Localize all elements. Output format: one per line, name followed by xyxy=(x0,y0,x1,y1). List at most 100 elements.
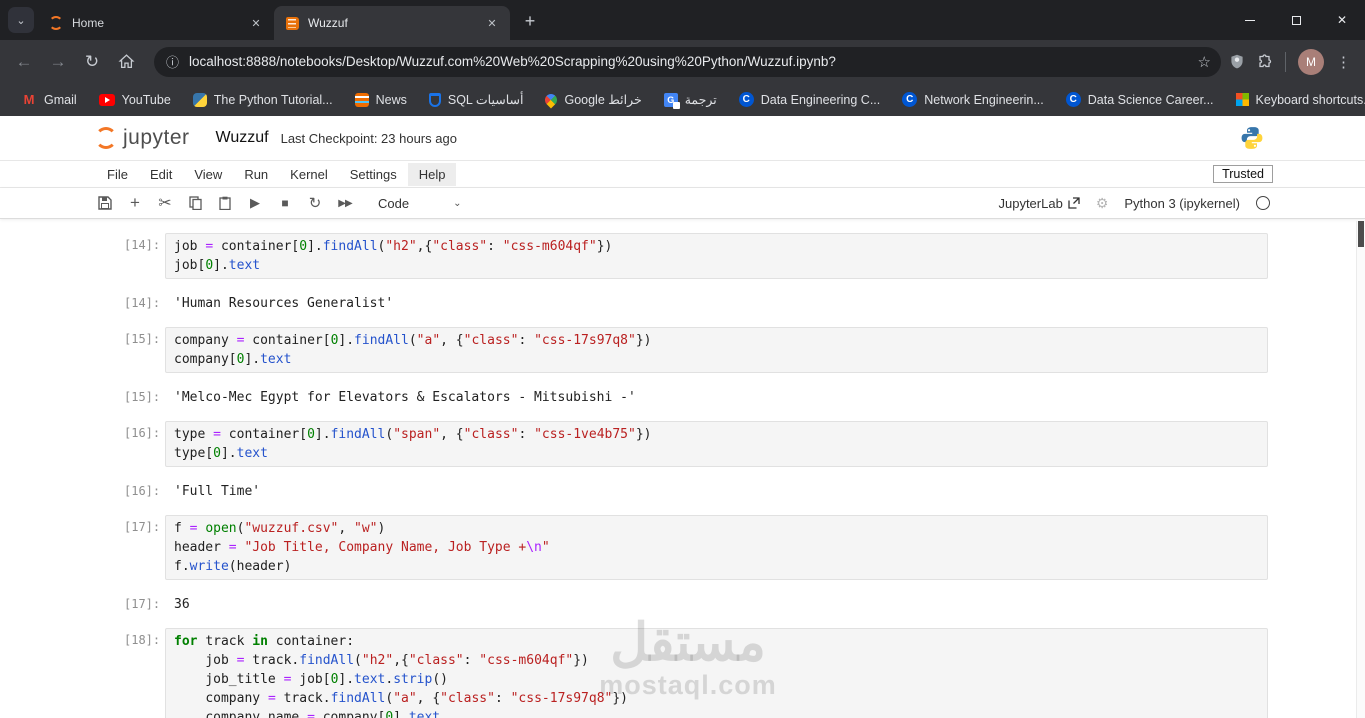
run-all-icon[interactable]: ▶▶ xyxy=(330,198,360,209)
external-link-icon xyxy=(1068,197,1080,209)
bookmark-label: Network Engineerin... xyxy=(924,92,1044,107)
jupyterlab-label: JupyterLab xyxy=(998,195,1063,211)
bookmark-item[interactable]: G ترجمة xyxy=(655,89,726,110)
back-icon[interactable]: ← xyxy=(10,48,38,76)
trusted-badge[interactable]: Trusted xyxy=(1213,165,1273,183)
jupyter-logo[interactable]: jupyter xyxy=(95,126,190,150)
coursera-icon: C xyxy=(902,92,918,107)
menu-help[interactable]: Help xyxy=(407,162,457,186)
reload-icon[interactable]: ↻ xyxy=(78,48,106,76)
chevron-down-icon: ⌄ xyxy=(453,197,462,209)
cell-prompt: [15]: xyxy=(124,390,161,404)
bookmark-label: Google خرائط xyxy=(564,93,642,107)
jupyter-favicon-icon xyxy=(48,15,64,31)
bookmark-item[interactable]: M Gmail xyxy=(12,89,86,111)
bookmark-label: Data Engineering C... xyxy=(760,92,881,107)
browser-menu-icon[interactable]: ⋮ xyxy=(1336,53,1351,71)
bookmark-label: SQL أساسيات xyxy=(447,93,524,107)
bookmark-label: News xyxy=(375,92,407,107)
notebook-cell-output: [15]: 'Melco-Mec Egypt for Elevators & Es… xyxy=(0,385,1365,407)
extensions-puzzle-icon[interactable] xyxy=(1257,53,1273,70)
scrollbar-thumb[interactable] xyxy=(1358,221,1364,247)
coursera-icon: C xyxy=(1065,92,1081,107)
cut-cell-icon[interactable]: ✂ xyxy=(150,193,180,213)
translate-icon: G xyxy=(663,92,680,109)
run-cell-icon[interactable]: ▶ xyxy=(240,195,270,211)
bookmark-item[interactable]: Google خرائط xyxy=(536,89,650,110)
forward-icon[interactable]: → xyxy=(44,48,72,76)
debugger-icon[interactable]: ⚙ xyxy=(1096,195,1109,212)
close-window-button[interactable]: ✕ xyxy=(1319,0,1365,40)
stop-kernel-icon[interactable]: ■ xyxy=(270,196,300,210)
menu-file[interactable]: File xyxy=(96,163,139,186)
menu-kernel[interactable]: Kernel xyxy=(279,163,339,186)
address-bar[interactable]: ⓘ localhost:8888/notebooks/Desktop/Wuzzu… xyxy=(154,46,1221,77)
copy-cell-icon[interactable] xyxy=(180,196,210,210)
scrollbar[interactable] xyxy=(1356,221,1365,718)
tab-title: Wuzzuf xyxy=(308,16,348,30)
bookmark-star-icon[interactable]: ☆ xyxy=(1198,53,1211,71)
paste-cell-icon[interactable] xyxy=(210,196,240,210)
cell-prompt: [16]: xyxy=(124,484,161,498)
cell-prompt: [16]: xyxy=(124,426,161,440)
tab-search-button[interactable]: ⌄ xyxy=(8,7,34,33)
menu-edit[interactable]: Edit xyxy=(139,163,183,186)
window-controls: ✕ xyxy=(1227,0,1365,40)
menu-run[interactable]: Run xyxy=(233,163,279,186)
menu-items: File Edit View Run Kernel Settings Help xyxy=(96,162,457,186)
bookmark-item[interactable]: SQL أساسيات xyxy=(420,89,533,110)
bookmark-item[interactable]: C Network Engineerin... xyxy=(893,89,1053,110)
menu-view[interactable]: View xyxy=(183,163,233,186)
minimize-button[interactable] xyxy=(1227,0,1273,40)
tab-home[interactable]: Home ✕ xyxy=(38,6,274,40)
add-cell-icon[interactable]: + xyxy=(120,193,150,213)
bookmarks-bar-items: M Gmail YouTube The Python Tutorial... News S… xyxy=(12,89,1365,111)
browser-toolbar: ← → ↻ ⓘ localhost:8888/notebooks/Desktop… xyxy=(0,40,1365,83)
bookmark-item[interactable]: The Python Tutorial... xyxy=(184,90,342,110)
restart-kernel-icon[interactable]: ↻ xyxy=(300,194,330,212)
code-input-area[interactable]: company = container[0].findAll("a", {"cl… xyxy=(165,327,1268,373)
notebook-cell-input: [17]: f = open("wuzzuf.csv", "w") header … xyxy=(0,515,1365,580)
cell-type-dropdown[interactable]: Code ⌄ xyxy=(378,196,461,211)
news-icon xyxy=(354,92,369,107)
bookmark-item[interactable]: C Data Science Career... xyxy=(1057,89,1223,110)
code-input-area[interactable]: f = open("wuzzuf.csv", "w") header = "Jo… xyxy=(165,515,1268,580)
cell-output-text: 'Full Time' xyxy=(174,484,261,499)
save-icon[interactable] xyxy=(90,196,120,210)
cell-prompt: [17]: xyxy=(124,520,161,534)
bookmark-item[interactable]: YouTube xyxy=(90,90,180,110)
new-tab-button[interactable]: + xyxy=(516,7,544,35)
tab-close-icon[interactable]: ✕ xyxy=(248,15,264,31)
notebook-menubar: File Edit View Run Kernel Settings Help Truste… xyxy=(0,161,1365,188)
bookmark-label: Data Science Career... xyxy=(1087,92,1214,107)
cell-output-text: 'Melco-Mec Egypt for Elevators & Escalat… xyxy=(174,390,636,405)
cell-type-value: Code xyxy=(378,195,410,211)
site-info-icon[interactable]: ⓘ xyxy=(166,52,179,71)
toolbar-right-group: JupyterLab ⚙ Python 3 (ipykernel) xyxy=(998,195,1270,212)
tab-wuzzuf[interactable]: Wuzzuf ✕ xyxy=(274,6,510,40)
youtube-icon xyxy=(98,93,115,106)
kernel-name[interactable]: Python 3 (ipykernel) xyxy=(1124,196,1240,211)
coursera-icon: C xyxy=(738,92,754,107)
code-input-area[interactable]: job = container[0].findAll("h2",{"class"… xyxy=(165,233,1268,279)
menu-settings[interactable]: Settings xyxy=(339,163,408,186)
code-input-area[interactable]: for track in container: job = track.find… xyxy=(165,628,1268,718)
cell-output-text: 'Human Resources Generalist' xyxy=(174,296,394,311)
tab-close-icon[interactable]: ✕ xyxy=(484,15,500,31)
bookmark-item[interactable]: C Data Engineering C... xyxy=(730,89,890,110)
code-input-area[interactable]: type = container[0].findAll("span", {"cl… xyxy=(165,421,1268,467)
bookmark-item[interactable]: News xyxy=(346,90,416,110)
open-jupyterlab-link[interactable]: JupyterLab xyxy=(998,195,1080,211)
home-icon[interactable] xyxy=(112,48,140,76)
maximize-button[interactable] xyxy=(1273,0,1319,40)
privacy-shield-icon[interactable] xyxy=(1229,53,1245,70)
notebook-cell-output: [16]: 'Full Time' xyxy=(0,479,1365,501)
profile-avatar[interactable]: M xyxy=(1298,48,1324,75)
checkpoint-status: Last Checkpoint: 23 hours ago xyxy=(280,130,457,146)
toolbar-right: M ⋮ xyxy=(1229,48,1355,75)
cells-container: [14]: job = container[0].findAll("h2",{"c… xyxy=(0,233,1365,718)
notebook-cell-input: [14]: job = container[0].findAll("h2",{"c… xyxy=(0,233,1365,279)
notebook-cell-input: [15]: company = container[0].findAll("a",… xyxy=(0,327,1365,373)
url-text[interactable]: localhost:8888/notebooks/Desktop/Wuzzuf.… xyxy=(189,54,1190,69)
bookmark-item[interactable]: Keyboard shortcuts... xyxy=(1227,90,1365,110)
